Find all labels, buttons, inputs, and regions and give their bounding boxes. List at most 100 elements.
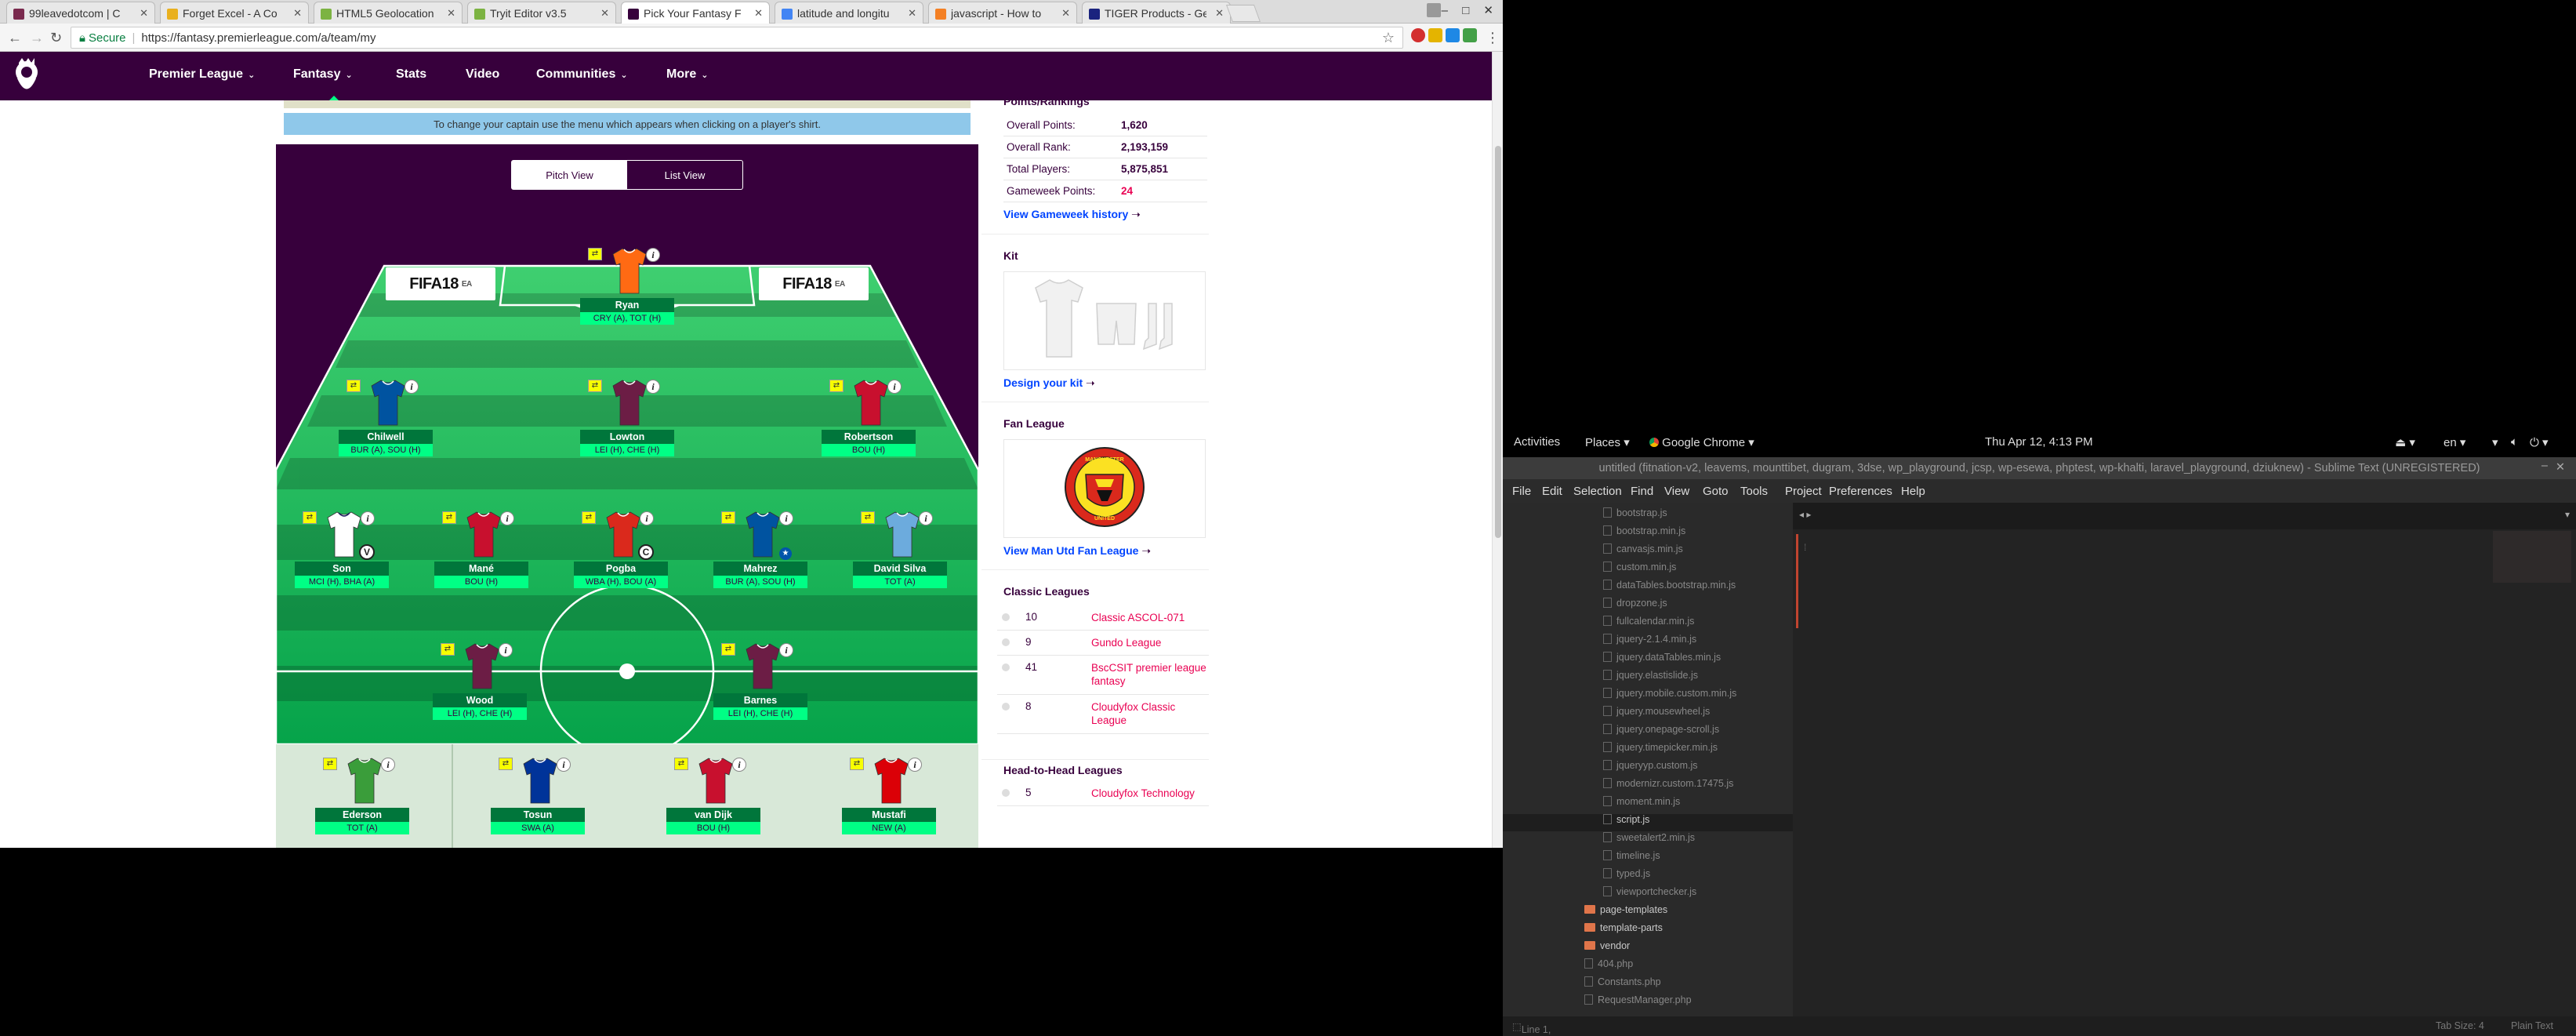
file-item[interactable]: 404.php <box>1584 958 1633 976</box>
kit-outline-graphic[interactable] <box>1004 272 1205 369</box>
browser-tab[interactable]: 99leavedotcom | C ✕ <box>6 2 155 24</box>
man-utd-crest-icon[interactable]: MANCHESTER UNITED <box>1004 440 1205 537</box>
substitute-icon[interactable]: ⇄ <box>442 511 456 524</box>
file-item[interactable]: jquery.mousewheel.js <box>1603 706 1710 723</box>
menu-selection[interactable]: Selection <box>1573 485 1622 498</box>
pitch-view-tab[interactable]: Pitch View <box>512 161 627 189</box>
info-icon[interactable]: i <box>732 758 746 772</box>
minimap[interactable] <box>2493 531 2571 583</box>
file-item[interactable]: typed.js <box>1603 868 1650 885</box>
menu-preferences[interactable]: Preferences <box>1829 485 1892 498</box>
classic-league-row[interactable]: 9 Gundo League <box>997 631 1209 656</box>
classic-league-row[interactable]: 41 BscCSIT premier league fantasy <box>997 656 1209 695</box>
file-item[interactable]: viewportchecker.js <box>1603 886 1696 903</box>
player-shirt[interactable] <box>604 510 643 558</box>
file-item[interactable]: moment.min.js <box>1603 796 1680 813</box>
address-bar[interactable]: 🔒︎ Secure | https://fantasy.premierleague.c… <box>71 27 1403 49</box>
places-menu[interactable]: Places ▾ <box>1585 435 1630 449</box>
tab-close-icon[interactable]: ✕ <box>908 7 916 20</box>
player-shirt[interactable] <box>463 642 502 690</box>
player-shirt[interactable] <box>368 378 408 427</box>
player-shirt[interactable] <box>610 378 649 427</box>
info-icon[interactable]: i <box>779 511 793 525</box>
player-card[interactable]: ⇄ i ★ Mahrez BUR (A), SOU (H) <box>713 510 807 604</box>
file-item[interactable]: bootstrap.min.js <box>1603 525 1685 543</box>
tab-nav-arrows-icon[interactable]: ◂ ▸ <box>1799 509 1811 520</box>
substitute-icon[interactable]: ⇄ <box>721 643 735 656</box>
network-icon[interactable]: ▾ <box>2492 435 2498 449</box>
substitute-icon[interactable]: ⇄ <box>346 380 361 392</box>
file-item[interactable]: script.js <box>1503 814 1793 831</box>
league-name-link[interactable]: Gundo League <box>1091 636 1209 649</box>
file-item[interactable]: canvasjs.min.js <box>1603 543 1683 561</box>
info-icon[interactable]: i <box>908 758 922 772</box>
close-icon[interactable]: ✕ <box>1483 4 1493 17</box>
info-icon[interactable]: i <box>919 511 933 525</box>
browser-tab[interactable]: TIGER Products - Ge ✕ <box>1082 2 1231 24</box>
file-item[interactable]: dataTables.bootstrap.min.js <box>1603 580 1736 597</box>
league-name-link[interactable]: Cloudyfox Classic League <box>1091 700 1209 727</box>
player-shirt[interactable] <box>743 510 782 558</box>
file-item[interactable]: custom.min.js <box>1603 562 1676 579</box>
clock[interactable]: Thu Apr 12, 4:13 PM <box>1985 435 2093 449</box>
player-card[interactable]: ⇄ i V Son MCI (H), BHA (A) <box>295 510 389 604</box>
substitute-icon[interactable]: ⇄ <box>499 758 513 770</box>
player-shirt[interactable] <box>883 510 922 558</box>
player-shirt[interactable] <box>345 756 384 805</box>
maximize-icon[interactable]: □ <box>1462 4 1469 17</box>
menu-project[interactable]: Project <box>1785 485 1822 498</box>
substitute-icon[interactable]: ⇄ <box>582 511 596 524</box>
player-card[interactable]: ⇄ i van Dijk BOU (H) <box>666 756 760 848</box>
file-item[interactable]: jquery.elastislide.js <box>1603 670 1698 687</box>
menu-edit[interactable]: Edit <box>1542 485 1562 498</box>
file-item[interactable]: jquery.timepicker.min.js <box>1603 742 1718 759</box>
menu-tools[interactable]: Tools <box>1740 485 1768 498</box>
tab-close-icon[interactable]: ✕ <box>447 7 455 20</box>
tab-dropdown-icon[interactable]: ▾ <box>2565 509 2570 520</box>
file-item[interactable]: jquery.mobile.custom.min.js <box>1603 688 1736 705</box>
minimize-icon[interactable]: – <box>1442 4 1448 17</box>
player-card[interactable]: ⇄ i Mustafi NEW (A) <box>842 756 936 848</box>
tab-size[interactable]: Tab Size: 4 <box>2436 1020 2484 1031</box>
folder-item[interactable]: template-parts <box>1584 922 1663 940</box>
nav-stats[interactable]: Stats <box>396 67 426 82</box>
gameweek-history-link[interactable]: View Gameweek history ➝ <box>1003 208 1141 221</box>
back-icon[interactable]: ← <box>8 30 22 46</box>
player-card[interactable]: ⇄ i Lowton LEI (H), CHE (H) <box>580 378 674 472</box>
extension-blue-icon[interactable] <box>1446 28 1460 42</box>
file-item[interactable]: fullcalendar.min.js <box>1603 616 1694 633</box>
player-card[interactable]: ⇄ i Barnes LEI (H), CHE (H) <box>713 642 807 736</box>
folder-item[interactable]: page-templates <box>1584 904 1667 921</box>
player-card[interactable]: ⇄ i Mané BOU (H) <box>434 510 528 604</box>
tab-close-icon[interactable]: ✕ <box>754 7 763 20</box>
player-card[interactable]: ⇄ i Ryan CRY (A), TOT (H) <box>580 246 674 340</box>
nav-more[interactable]: More ⌄ <box>666 67 708 82</box>
league-name-link[interactable]: Classic ASCOL-071 <box>1091 611 1209 624</box>
substitute-icon[interactable]: ⇄ <box>323 758 337 770</box>
bookmark-star-icon[interactable]: ☆ <box>1382 30 1395 46</box>
file-item[interactable]: jqueryyp.custom.js <box>1603 760 1698 777</box>
info-icon[interactable]: i <box>500 511 514 525</box>
nav-fantasy[interactable]: Fantasy ⌄ <box>293 67 353 82</box>
file-item[interactable]: modernizr.custom.17475.js <box>1603 778 1733 795</box>
keyboard-icon[interactable]: ⏏ ▾ <box>2395 435 2415 449</box>
design-kit-link[interactable]: Design your kit ➝ <box>1003 376 1095 390</box>
premier-league-lion-logo[interactable] <box>9 56 44 96</box>
player-card[interactable]: ⇄ i Robertson BOU (H) <box>822 378 916 472</box>
substitute-icon[interactable]: ⇄ <box>441 643 455 656</box>
substitute-icon[interactable]: ⇄ <box>588 380 602 392</box>
tab-close-icon[interactable]: ✕ <box>140 7 148 20</box>
player-card[interactable]: ⇄ i C Pogba WBA (H), BOU (A) <box>574 510 668 604</box>
browser-tab[interactable]: Forget Excel - A Co ✕ <box>160 2 309 24</box>
player-card[interactable]: ⇄ i Wood LEI (H), CHE (H) <box>433 642 527 736</box>
player-card[interactable]: ⇄ i Tosun SWA (A) <box>491 756 585 848</box>
extension-yellow-icon[interactable] <box>1428 28 1442 42</box>
menu-kebab-icon[interactable]: ⋮ <box>1486 30 1500 46</box>
file-item[interactable]: sweetalert2.min.js <box>1603 832 1695 849</box>
file-item[interactable]: bootstrap.js <box>1603 507 1667 525</box>
volume-icon[interactable]: 🔈︎ <box>2511 435 2518 449</box>
browser-tab[interactable]: Pick Your Fantasy F ✕ <box>621 2 770 24</box>
menu-file[interactable]: File <box>1512 485 1531 498</box>
folder-item[interactable]: vendor <box>1584 940 1630 958</box>
h2h-league-row[interactable]: 5 Cloudyfox Technology <box>997 781 1209 806</box>
